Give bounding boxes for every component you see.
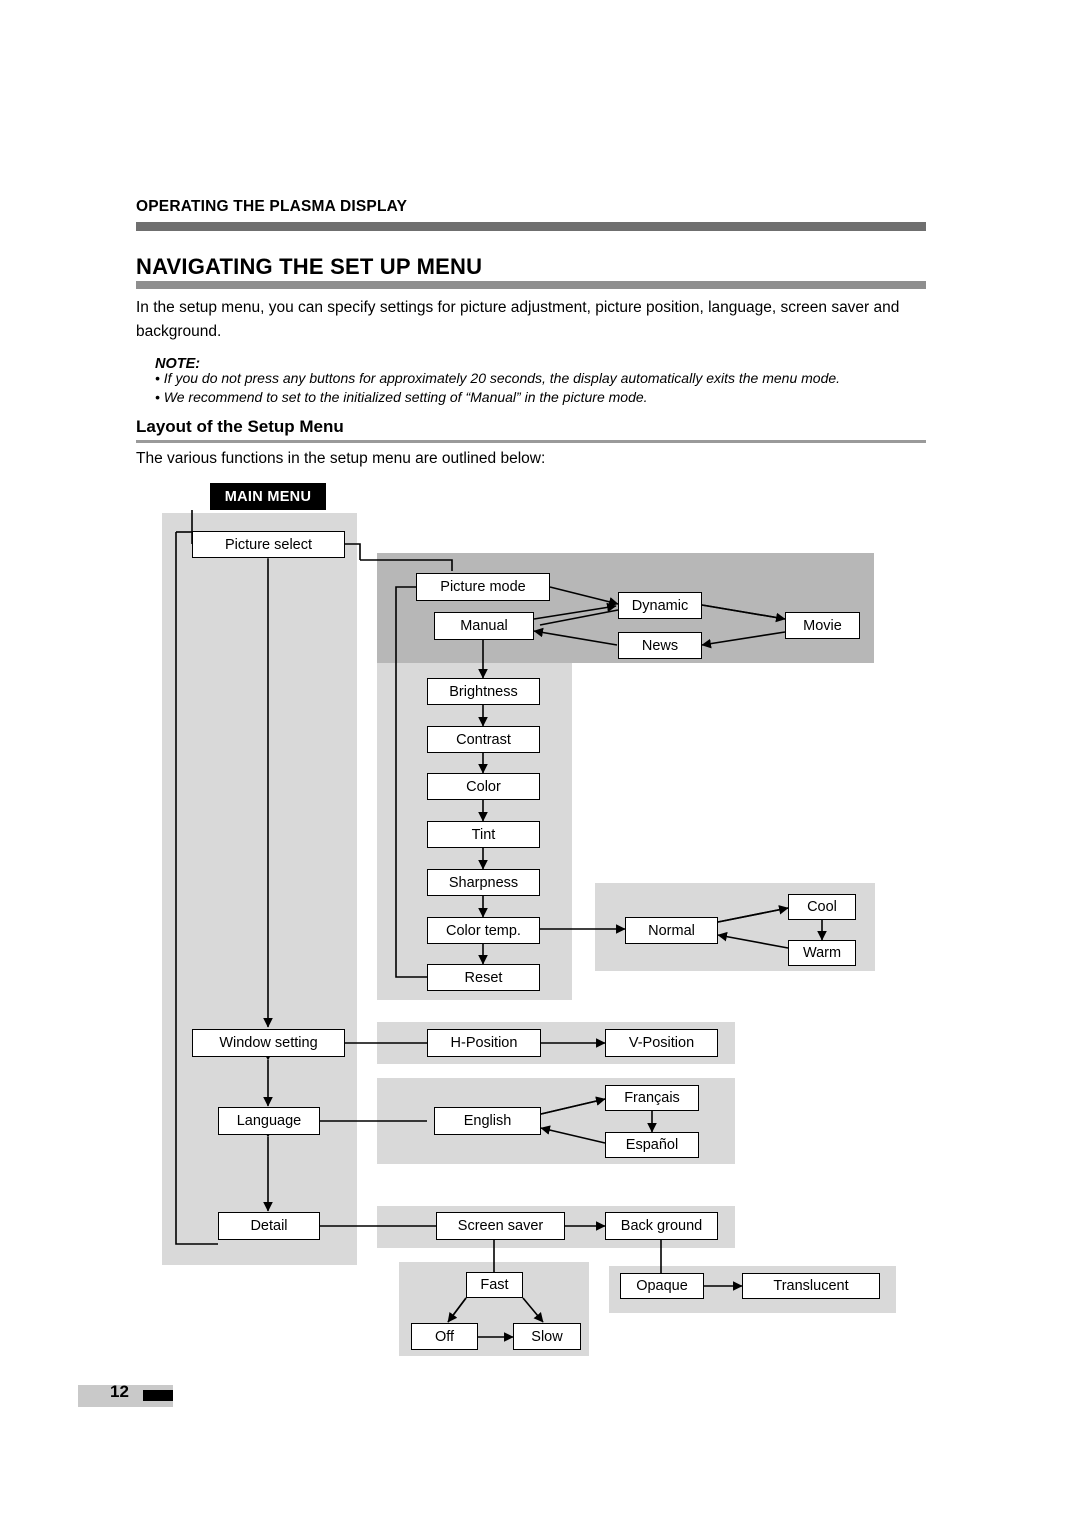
main-menu-label: MAIN MENU — [210, 483, 326, 510]
node-screen-saver[interactable]: Screen saver — [436, 1212, 565, 1240]
node-cool[interactable]: Cool — [788, 894, 856, 920]
setup-menu-flow-diagram: MAIN MENU Picture select Window setting … — [0, 0, 1080, 1528]
node-language[interactable]: Language — [218, 1107, 320, 1135]
node-detail[interactable]: Detail — [218, 1212, 320, 1240]
node-v-position[interactable]: V-Position — [605, 1029, 718, 1057]
node-movie[interactable]: Movie — [785, 612, 860, 639]
node-picture-mode[interactable]: Picture mode — [416, 573, 550, 601]
node-back-ground[interactable]: Back ground — [605, 1212, 718, 1240]
node-opaque[interactable]: Opaque — [620, 1273, 704, 1299]
node-contrast[interactable]: Contrast — [427, 726, 540, 753]
node-tint[interactable]: Tint — [427, 821, 540, 848]
node-window-setting[interactable]: Window setting — [192, 1029, 345, 1057]
node-reset[interactable]: Reset — [427, 964, 540, 991]
node-normal[interactable]: Normal — [625, 917, 718, 944]
node-color[interactable]: Color — [427, 773, 540, 800]
node-brightness[interactable]: Brightness — [427, 678, 540, 705]
node-h-position[interactable]: H-Position — [427, 1029, 541, 1057]
node-warm[interactable]: Warm — [788, 940, 856, 966]
node-news[interactable]: News — [618, 632, 702, 659]
node-dynamic[interactable]: Dynamic — [618, 592, 702, 619]
node-translucent[interactable]: Translucent — [742, 1273, 880, 1299]
node-english[interactable]: English — [434, 1107, 541, 1135]
node-off[interactable]: Off — [411, 1323, 478, 1350]
node-color-temp[interactable]: Color temp. — [427, 917, 540, 944]
page-number: 12 — [110, 1382, 129, 1401]
node-fast[interactable]: Fast — [466, 1272, 523, 1298]
node-sharpness[interactable]: Sharpness — [427, 869, 540, 896]
footer-tick — [143, 1390, 173, 1401]
node-manual[interactable]: Manual — [434, 612, 534, 640]
node-slow[interactable]: Slow — [513, 1323, 581, 1350]
node-espanol[interactable]: Español — [605, 1132, 699, 1158]
node-picture-select[interactable]: Picture select — [192, 531, 345, 558]
node-francais[interactable]: Français — [605, 1085, 699, 1111]
panel-main-column — [162, 513, 357, 1265]
manual-page: OPERATING THE PLASMA DISPLAY NAVIGATING … — [0, 0, 1080, 1528]
